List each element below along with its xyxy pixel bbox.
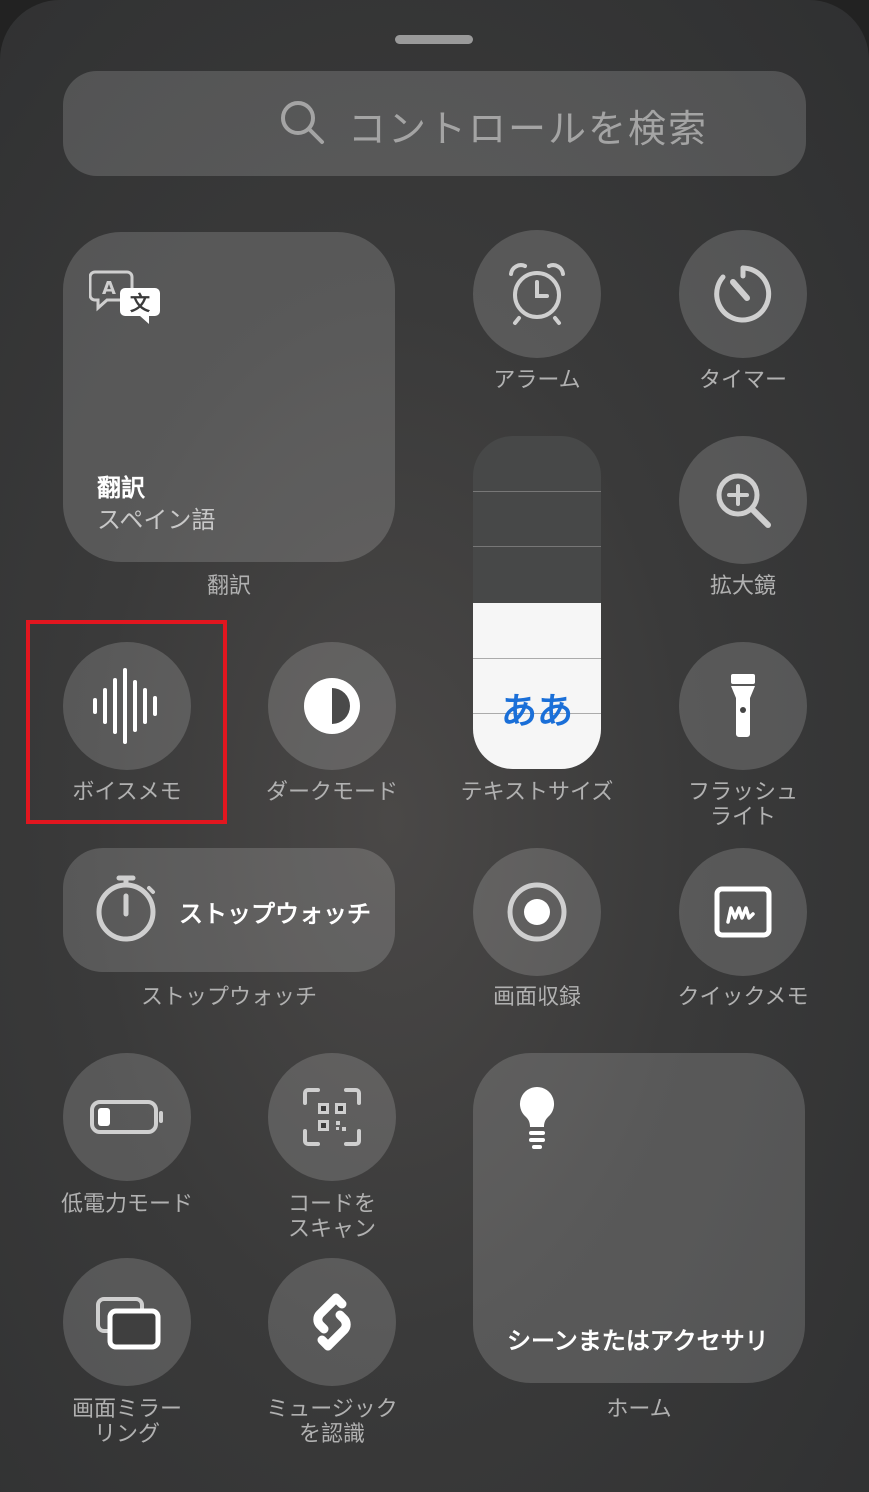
timer-label: タイマー [698,368,787,393]
stopwatch-title: ストップウォッチ [179,900,371,928]
magnifier-button[interactable] [679,436,807,564]
alarm-label: アラーム [493,368,581,393]
translate-icon: A 文 [89,270,160,324]
record-icon [507,882,567,942]
quick-note-label: クイックメモ [677,985,809,1010]
text-size-slider[interactable]: ああ [473,436,601,769]
dark-mode-icon [304,678,360,734]
screen-mirror-label: 画面ミラー リング [37,1397,217,1447]
slider-tick [473,491,601,492]
voice-memo-highlight [26,620,227,824]
home-label: ホーム [606,1397,672,1422]
music-recognition-label: ミュージック を認識 [232,1397,432,1447]
timer-icon [714,265,772,323]
screen-mirror-button[interactable] [63,1258,191,1386]
flashlight-icon [731,674,755,737]
svg-text:文: 文 [130,291,151,315]
music-recognition-label-line1: ミュージック [266,1397,398,1422]
alarm-clock-icon [509,263,565,325]
scan-code-label: コードを スキャン [242,1192,422,1242]
flashlight-label: フラッシュ ライト [653,780,833,830]
dark-mode-label: ダークモード [265,780,398,805]
search-placeholder: コントロールを検索 [348,107,709,151]
flashlight-label-line1: フラッシュ [687,780,798,805]
battery-icon [90,1100,163,1134]
lightbulb-icon [519,1086,555,1149]
translate-subtitle: スペイン語 [97,506,216,534]
translate-label: 翻訳 [206,574,251,599]
screen-record-button[interactable] [473,848,601,976]
music-recognition-button[interactable] [268,1258,396,1386]
magnifier-icon [716,473,771,528]
screen-mirroring-icon [96,1297,161,1350]
translate-title: 翻訳 [97,474,145,502]
stopwatch-label: ストップウォッチ [140,985,317,1010]
screen-record-label: 画面収録 [492,985,581,1010]
stopwatch-tile[interactable]: ストップウォッチ [63,848,395,972]
flashlight-button[interactable] [679,642,807,770]
home-title: シーンまたはアクセサリ [507,1327,769,1355]
timer-button[interactable] [679,230,807,358]
dark-mode-button[interactable] [268,642,396,770]
slider-tick [473,658,601,659]
scan-code-label-line2: スキャン [287,1217,376,1242]
alarm-button[interactable] [473,230,601,358]
search-icon [281,101,324,144]
scan-code-button[interactable] [268,1053,396,1181]
home-tile[interactable]: シーンまたはアクセサリ [473,1053,805,1383]
low-power-label: 低電力モード [60,1192,193,1217]
shazam-icon [313,1293,351,1351]
qr-code-icon [303,1088,361,1146]
flashlight-label-line2: ライト [709,805,776,830]
low-power-button[interactable] [63,1053,191,1181]
control-center-sheet: コントロールを検索 A 文 翻訳 スペイン語 翻訳 アラーム タイマー ああ テ… [0,0,869,1492]
text-size-glyph: ああ [500,691,573,732]
stopwatch-icon [96,875,156,942]
music-recognition-label-line2: を認識 [298,1422,365,1447]
scan-code-label-line1: コードを [287,1192,376,1217]
search-bar[interactable]: コントロールを検索 [63,71,806,176]
translate-tile[interactable]: A 文 翻訳 スペイン語 [63,232,395,562]
quick-note-icon [714,886,772,938]
screen-mirror-label-line2: リング [93,1422,160,1447]
magnifier-label: 拡大鏡 [709,574,776,599]
slider-tick [473,546,601,547]
screen-mirror-label-line1: 画面ミラー [71,1397,182,1422]
quick-note-button[interactable] [679,848,807,976]
text-size-label: テキストサイズ [460,780,614,805]
svg-text:A: A [102,278,116,299]
sheet-grabber[interactable] [395,35,473,44]
